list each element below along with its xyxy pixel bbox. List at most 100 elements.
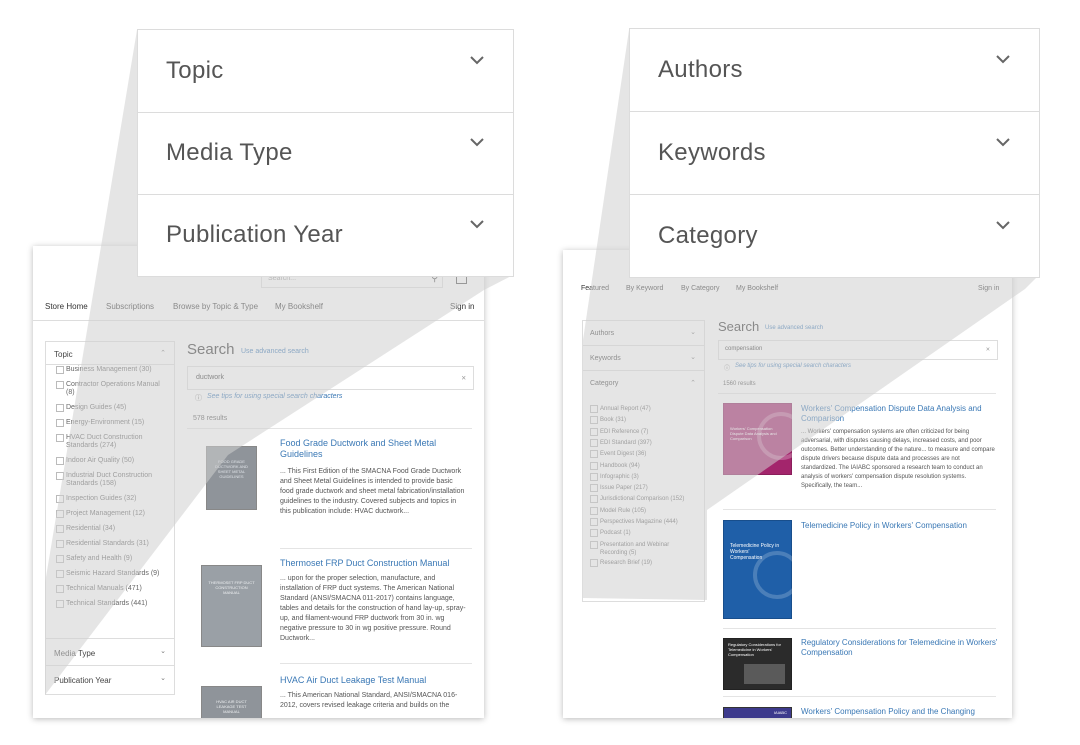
result-count: 1560 results: [723, 381, 756, 387]
category-checkbox[interactable]: Event Digest (36): [590, 450, 698, 459]
search-heading: Search: [718, 319, 760, 334]
overlay-facet-label: Topic: [166, 57, 224, 84]
clear-icon[interactable]: ×: [461, 374, 466, 383]
overlay-facet-media-type[interactable]: Media Type: [138, 112, 513, 195]
topic-checkbox[interactable]: Design Guides (45): [56, 404, 166, 412]
result-title[interactable]: Regulatory Considerations for Telemedici…: [801, 638, 1001, 658]
report-cover[interactable]: Workers' Compensation Dispute Data Analy…: [723, 403, 805, 475]
chevron-down-icon: [996, 55, 1010, 64]
facet-zoom-left: Topic Media Type Publication Year: [137, 29, 514, 277]
topic-checkbox[interactable]: Residential (34): [56, 525, 166, 533]
category-checkbox[interactable]: Book (31): [590, 416, 698, 425]
category-checkbox[interactable]: Handbook (94): [590, 461, 698, 470]
topic-checkbox[interactable]: Business Management (30): [56, 366, 166, 374]
info-icon: ⓘ: [195, 395, 202, 402]
report-cover[interactable]: Telemedicine Policy in Workers' Compensa…: [723, 520, 801, 619]
chevron-down-icon: ⌄: [690, 329, 696, 336]
search-input[interactable]: compensation ×: [718, 340, 998, 360]
divider: [187, 428, 472, 429]
facet-keywords[interactable]: Keywords ⌄: [583, 346, 704, 371]
category-checkbox[interactable]: Perspectives Magazine (444): [590, 518, 698, 526]
overlay-facet-publication-year[interactable]: Publication Year: [138, 194, 513, 276]
result-title[interactable]: Thermoset FRP Duct Construction Manual: [280, 558, 470, 569]
nav-browse-topic-type[interactable]: Browse by Topic & Type: [173, 302, 258, 311]
nav-sign-in[interactable]: Sign in: [450, 302, 474, 311]
topic-checkbox[interactable]: Residential Standards (31): [56, 540, 166, 548]
clear-icon[interactable]: ×: [986, 347, 990, 354]
top-nav: Store Home Subscriptions Browse by Topic…: [33, 296, 484, 321]
facet-sidebar: Topic ⌃ Business Management (30) Contract…: [45, 341, 175, 695]
result-snippet: ... This First Edition of the SMACNA Foo…: [280, 468, 465, 515]
search-heading: Search: [187, 341, 235, 358]
result-title[interactable]: Workers' Compensation Dispute Data Analy…: [801, 404, 1001, 424]
nav-by-category[interactable]: By Category: [681, 285, 720, 292]
divider: [723, 628, 996, 629]
chevron-down-icon: ⌄: [160, 648, 166, 655]
category-checkbox[interactable]: Issue Paper (217): [590, 484, 698, 493]
result-title[interactable]: Workers' Compensation Policy and the Cha…: [801, 707, 1001, 717]
book-cover[interactable]: HVAC AIR DUCT LEAKAGE TEST MANUAL: [201, 686, 262, 718]
book-cover[interactable]: THERMOSET FRP DUCT CONSTRUCTION MANUAL: [201, 565, 262, 647]
category-checkbox[interactable]: Jurisdictional Comparison (152): [590, 495, 698, 504]
overlay-facet-authors[interactable]: Authors: [630, 29, 1039, 112]
overlay-facet-topic[interactable]: Topic: [138, 30, 513, 113]
topic-checkbox[interactable]: Inspection Guides (32): [56, 495, 166, 503]
nav-my-bookshelf[interactable]: My Bookshelf: [275, 302, 323, 311]
topic-checkbox[interactable]: Project Management (12): [56, 510, 166, 518]
topic-checkbox[interactable]: Safety and Health (9): [56, 555, 166, 563]
cover-arc-graphic: [757, 412, 805, 460]
category-checkbox[interactable]: Research Brief (19): [590, 558, 698, 567]
overlay-facet-keywords[interactable]: Keywords: [630, 112, 1039, 195]
divider: [723, 509, 996, 510]
facet-category[interactable]: Category ⌃: [583, 371, 704, 395]
facet-authors-label: Authors: [590, 330, 615, 337]
category-checkbox[interactable]: EDI Reference (7): [590, 427, 698, 436]
facet-media-type[interactable]: Media Type ⌄: [46, 638, 174, 666]
category-checkbox[interactable]: Podcast (1): [590, 529, 698, 538]
nav-by-keyword[interactable]: By Keyword: [626, 285, 663, 292]
report-cover[interactable]: Regulatory Considerations for Telemedici…: [723, 638, 792, 690]
top-nav: Featured By Keyword By Category My Books…: [563, 280, 1012, 298]
advanced-search-link[interactable]: Use advanced search: [241, 348, 309, 355]
book-cover[interactable]: FOOD GRADE DUCTWORK AND SHEET METAL GUID…: [206, 446, 257, 510]
nav-my-bookshelf[interactable]: My Bookshelf: [736, 285, 778, 292]
facet-media-type-label: Media Type: [54, 649, 96, 658]
nav-store-home[interactable]: Store Home: [45, 302, 88, 311]
topic-checkbox[interactable]: HVAC Duct Construction Standards (274): [56, 434, 166, 450]
topic-checkbox[interactable]: Contractor Operations Manual (8): [56, 381, 166, 397]
result-snippet: ... Workers' compensation systems are of…: [801, 429, 995, 489]
nav-featured[interactable]: Featured: [581, 285, 609, 292]
category-checkbox[interactable]: Model Rule (105): [590, 506, 698, 515]
topic-checkbox[interactable]: Technical Standards (441): [56, 600, 166, 608]
topic-checkbox[interactable]: Technical Manuals (471): [56, 585, 166, 593]
topic-checkbox[interactable]: Seismic Hazard Standards (9): [56, 570, 166, 578]
overlay-facet-category[interactable]: Category: [630, 195, 1039, 277]
chevron-up-icon: ⌃: [160, 350, 166, 357]
facet-authors[interactable]: Authors ⌄: [583, 321, 704, 346]
topic-checkbox[interactable]: Indoor Air Quality (50): [56, 457, 166, 465]
search-tips-link[interactable]: See tips for using special search charac…: [207, 393, 342, 400]
search-input[interactable]: ductwork ×: [187, 366, 474, 390]
topic-checkbox[interactable]: Industrial Duct Construction Standards (…: [56, 472, 166, 488]
nav-subscriptions[interactable]: Subscriptions: [106, 302, 154, 311]
report-cover[interactable]: IAIABC: [723, 707, 792, 718]
facet-publication-year[interactable]: Publication Year ⌄: [46, 666, 174, 692]
search-query: compensation: [725, 346, 763, 352]
advanced-search-link[interactable]: Use advanced search: [765, 325, 823, 331]
category-checkbox[interactable]: EDI Standard (397): [590, 438, 698, 447]
cover-title: IAIABC: [773, 710, 787, 715]
result-title[interactable]: HVAC Air Duct Leakage Test Manual: [280, 675, 470, 686]
category-checkbox[interactable]: Presentation and Webinar Recording (5): [590, 540, 698, 557]
facet-topic[interactable]: Topic ⌃: [46, 342, 174, 365]
nav-sign-in[interactable]: Sign in: [978, 285, 999, 292]
result-title[interactable]: Telemedicine Policy in Workers' Compensa…: [801, 521, 1001, 531]
result-snippet: ... upon for the proper selection, manuf…: [280, 575, 466, 642]
divider: [723, 696, 996, 697]
chevron-down-icon: ⌄: [160, 675, 166, 682]
topic-checkbox[interactable]: Energy-Environment (15): [56, 419, 166, 427]
category-checkbox[interactable]: Annual Report (47): [590, 405, 698, 413]
category-checkbox[interactable]: Infographic (3): [590, 472, 698, 481]
result-title[interactable]: Food Grade Ductwork and Sheet Metal Guid…: [280, 438, 455, 460]
result-snippet: ... This American National Standard, ANS…: [280, 692, 458, 709]
search-tips-link[interactable]: See tips for using special search charac…: [735, 363, 851, 369]
